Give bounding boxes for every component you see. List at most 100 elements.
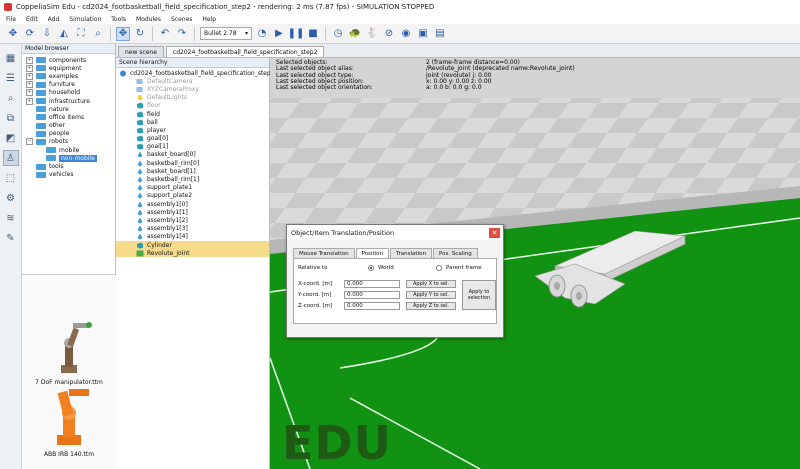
pause-icon[interactable]: ❚❚ — [288, 27, 305, 41]
menu-simulation[interactable]: Simulation — [69, 16, 101, 23]
hierarchy-item[interactable]: basketball_rim[0] — [116, 159, 269, 167]
hierarchy-item[interactable]: basket_board[0] — [116, 151, 269, 159]
hierarchy-item[interactable]: assembly1[3] — [116, 225, 269, 233]
apply-y-button[interactable]: Apply Y to sel. — [406, 291, 456, 299]
z-coord-field[interactable]: 0.000 — [344, 302, 400, 310]
model-folder-item[interactable]: non-mobile — [22, 154, 115, 162]
tab-new-scene[interactable]: new scene — [118, 46, 164, 57]
object-rotate-icon[interactable]: ↻ — [133, 27, 147, 41]
model-folder-item[interactable]: vehicles — [22, 171, 115, 179]
hierarchy-item[interactable]: goal[0] — [116, 135, 269, 143]
x-coord-field[interactable]: 0.000 — [344, 280, 400, 288]
expand-icon[interactable]: + — [26, 56, 33, 64]
model-browser-icon[interactable]: ▦ — [3, 50, 19, 66]
tab-position[interactable]: Position — [355, 248, 389, 258]
model-folder-item[interactable]: tools — [22, 162, 115, 170]
hierarchy-item[interactable]: assembly1[1] — [116, 208, 269, 216]
tab-current-scene[interactable]: cd2024_footbasketball_field_specificatio… — [165, 46, 325, 57]
layers-stack-icon[interactable]: ≋ — [3, 210, 19, 226]
zoom-icon[interactable]: ⌕ — [91, 27, 105, 41]
menu-scenes[interactable]: Scenes — [171, 16, 192, 23]
model-folder-item[interactable]: people — [22, 130, 115, 138]
menu-tools[interactable]: Tools — [111, 16, 126, 23]
model-folder-item[interactable]: + components — [22, 56, 115, 64]
close-icon[interactable]: ✕ — [489, 227, 500, 238]
play-icon[interactable]: ▶ — [272, 27, 286, 41]
model-folder-item[interactable]: + household — [22, 89, 115, 97]
fit-to-view-icon[interactable]: ⛶ — [74, 27, 88, 41]
camera-angle-icon[interactable]: ◭ — [57, 27, 71, 41]
camera-shift-icon[interactable]: ⇩ — [40, 27, 54, 41]
hierarchy-item[interactable]: goal[1] — [116, 143, 269, 151]
faster-icon[interactable]: 🐇 — [365, 27, 379, 41]
menu-file[interactable]: File — [6, 16, 16, 23]
model-folder-item[interactable]: − robots — [22, 138, 115, 146]
radio-world[interactable] — [368, 265, 374, 271]
physics-engine-select[interactable]: Bullet 2.78 ▾ — [200, 27, 252, 40]
hierarchy-item[interactable]: floor — [116, 102, 269, 110]
selection-icon[interactable]: ⬚ — [3, 170, 19, 186]
menu-add[interactable]: Add — [48, 16, 60, 23]
shape-edit-icon[interactable]: ◩ — [3, 130, 19, 146]
hierarchy-item[interactable]: assembly1[4] — [116, 233, 269, 241]
hierarchy-item[interactable]: Revolute_joint — [116, 249, 269, 258]
hierarchy-item[interactable]: basketball_rim[1] — [116, 175, 269, 183]
hierarchy-item[interactable]: assembly1[0] — [116, 200, 269, 208]
expand-icon[interactable]: + — [26, 64, 33, 72]
hierarchy-item[interactable]: XYZCameraProxy — [116, 85, 269, 93]
camera-pan-icon[interactable]: ✥ — [6, 27, 20, 41]
hierarchy-item[interactable]: DefaultCamera — [116, 77, 269, 85]
redo-icon[interactable]: ↷ — [175, 27, 189, 41]
model-folder-item[interactable]: mobile — [22, 146, 115, 154]
scene-settings-icon[interactable]: ▣ — [416, 27, 430, 41]
robot-icon[interactable]: ♙ — [2, 150, 19, 166]
search-icon[interactable]: ⌕ — [3, 90, 19, 106]
model-folder-item[interactable]: + furniture — [22, 81, 115, 89]
stop-icon[interactable]: ■ — [306, 27, 320, 41]
hierarchy-item[interactable]: player — [116, 126, 269, 134]
layers-icon[interactable]: ⧉ — [3, 110, 19, 126]
hierarchy-item[interactable]: cd2024_footbasketball_field_specificatio… — [116, 69, 275, 77]
menu-help[interactable]: Help — [202, 16, 216, 23]
visualization-icon[interactable]: ◉ — [399, 27, 413, 41]
y-coord-field[interactable]: 0.000 — [344, 291, 400, 299]
expand-icon[interactable]: + — [26, 97, 33, 105]
menu-modules[interactable]: Modules — [136, 16, 161, 23]
expand-icon[interactable]: + — [26, 72, 33, 80]
tab-mouse-translation[interactable]: Mouse Translation — [293, 248, 355, 258]
tab-pos-scaling[interactable]: Pos. Scaling — [432, 248, 478, 258]
menu-edit[interactable]: Edit — [26, 16, 38, 23]
apply-z-button[interactable]: Apply Z to sel. — [406, 302, 456, 310]
thread-rendering-icon[interactable]: ⊘ — [382, 27, 396, 41]
radio-parent-frame[interactable] — [436, 265, 442, 271]
camera-rotate-icon[interactable]: ⟳ — [23, 27, 37, 41]
script-icon[interactable]: ✎ — [3, 230, 19, 246]
expand-icon[interactable]: − — [26, 138, 33, 146]
user-settings-icon[interactable]: ⚙ — [3, 190, 19, 206]
hierarchy-item[interactable]: support_plate2 — [116, 192, 269, 200]
model-folder-item[interactable]: other — [22, 122, 115, 130]
apply-x-button[interactable]: Apply X to sel. — [406, 280, 456, 288]
apply-to-selection-button[interactable]: Apply to selection — [462, 280, 496, 310]
hierarchy-item[interactable]: ball — [116, 118, 269, 126]
object-shift-icon[interactable]: ✥ — [116, 26, 130, 41]
dialog-title-bar[interactable]: Object/Item Translation/Position ✕ — [287, 225, 503, 240]
hierarchy-item[interactable]: support_plate1 — [116, 184, 269, 192]
scene-hierarchy-icon[interactable]: ☰ — [3, 70, 19, 86]
simulation-time-step-icon[interactable]: ◔ — [255, 27, 269, 41]
tab-translation[interactable]: Translation — [389, 248, 432, 258]
hierarchy-item[interactable]: assembly1[2] — [116, 216, 269, 224]
model-folder-item[interactable]: nature — [22, 105, 115, 113]
hierarchy-item[interactable]: DefaultLights — [116, 94, 269, 102]
hierarchy-item[interactable]: field — [116, 110, 269, 118]
hierarchy-item[interactable]: Cylinder — [116, 240, 269, 250]
model-folder-item[interactable]: + examples — [22, 72, 115, 80]
slower-icon[interactable]: 🐢 — [348, 27, 362, 41]
expand-icon[interactable]: + — [26, 89, 33, 97]
undo-icon[interactable]: ↶ — [158, 27, 172, 41]
model-folder-item[interactable]: office items — [22, 113, 115, 121]
hierarchy-item[interactable]: basket_board[1] — [116, 167, 269, 175]
real-time-icon[interactable]: ◷ — [331, 27, 345, 41]
model-folder-item[interactable]: + infrastructure — [22, 97, 115, 105]
model-folder-item[interactable]: + equipment — [22, 64, 115, 72]
